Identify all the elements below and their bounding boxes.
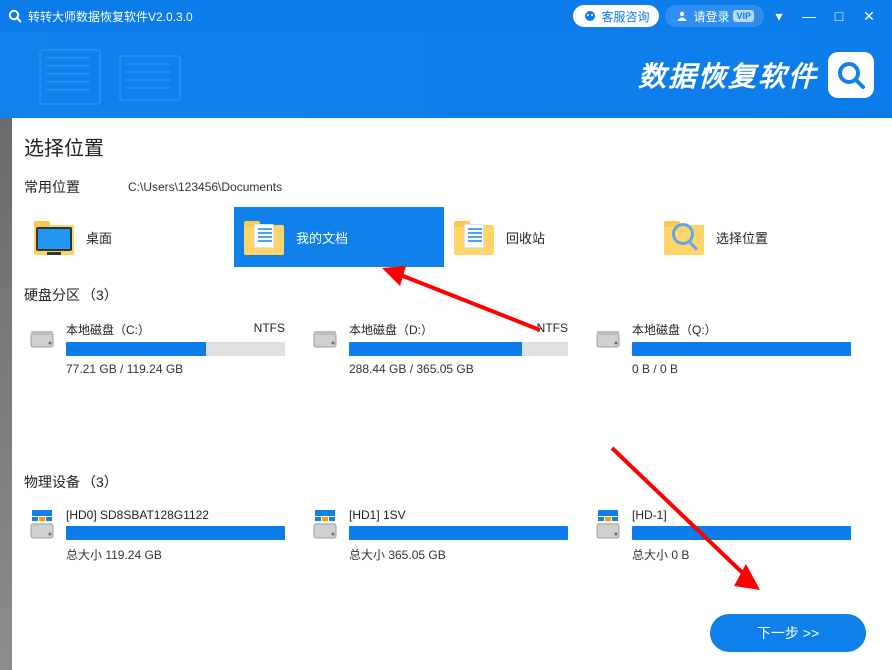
partition-item[interactable]: 本地磁盘（Q:） 0 B / 0 B xyxy=(590,315,855,382)
customer-service-button[interactable]: 客服咨询 xyxy=(573,5,659,27)
banner: 数据恢复软件 xyxy=(0,32,892,118)
partitions-grid: 本地磁盘（C:） NTFS 77.21 GB / 119.24 GB 本地磁盘（D:）… xyxy=(24,315,868,382)
physical-drive-icon xyxy=(594,510,622,547)
minimize-button[interactable]: — xyxy=(794,0,824,32)
vip-badge: VIP xyxy=(733,10,754,22)
partition-item[interactable]: 本地磁盘（C:） NTFS 77.21 GB / 119.24 GB xyxy=(24,315,289,382)
banner-title: 数据恢复软件 xyxy=(638,55,818,95)
partitions-count: （3） xyxy=(82,285,118,305)
partition-usage-bar xyxy=(349,342,568,356)
recycle-icon xyxy=(454,219,496,255)
physical-size-label: 总大小 119.24 GB xyxy=(66,546,285,563)
location-choose-label: 选择位置 xyxy=(716,228,768,247)
location-desktop-label: 桌面 xyxy=(86,228,112,247)
choose-location-icon xyxy=(664,219,706,255)
app-logo-icon xyxy=(8,9,22,23)
login-button[interactable]: 请登录 VIP xyxy=(665,5,764,27)
physical-device-name: [HD0] SD8SBAT128G1122 xyxy=(66,508,285,522)
partitions-label: 硬盘分区 xyxy=(24,285,80,305)
partition-usage-label: 77.21 GB / 119.24 GB xyxy=(66,362,285,376)
partition-item[interactable]: 本地磁盘（D:） NTFS 288.44 GB / 365.05 GB xyxy=(307,315,572,382)
physical-device-name: [HD1] 1SV xyxy=(349,508,568,522)
maximize-button[interactable]: □ xyxy=(824,0,854,32)
next-button[interactable]: 下一步 >> xyxy=(710,614,866,652)
physical-usage-bar xyxy=(632,526,851,540)
banner-logo-icon xyxy=(828,52,874,98)
partition-fs: NTFS xyxy=(254,321,285,338)
location-recycle[interactable]: 回收站 xyxy=(444,207,654,267)
partition-usage-bar xyxy=(632,342,851,356)
common-locations-label: 常用位置 xyxy=(24,177,80,197)
physical-drive-icon xyxy=(28,510,56,547)
partition-name: 本地磁盘（C:） xyxy=(66,321,150,338)
physical-drive-icon xyxy=(311,510,339,547)
current-path: C:\Users\123456\Documents xyxy=(128,180,282,194)
physical-count: （3） xyxy=(82,472,118,492)
physical-size-label: 总大小 365.05 GB xyxy=(349,546,568,563)
location-recycle-label: 回收站 xyxy=(506,228,545,247)
common-locations-row: 桌面 我的文档 回收站 选择 xyxy=(24,207,868,267)
customer-service-label: 客服咨询 xyxy=(601,8,649,25)
partition-usage-bar xyxy=(66,342,285,356)
login-label: 请登录 xyxy=(693,8,729,25)
drive-icon xyxy=(594,325,622,353)
titlebar: 转转大师数据恢复软件V2.0.3.0 客服咨询 请登录 VIP ▾ — □ ✕ xyxy=(0,0,892,32)
physical-usage-bar xyxy=(349,526,568,540)
physical-usage-bar xyxy=(66,526,285,540)
partition-usage-label: 288.44 GB / 365.05 GB xyxy=(349,362,568,376)
physical-device-name: [HD-1] xyxy=(632,508,851,522)
banner-decoration-icon xyxy=(30,42,230,112)
window-left-edge xyxy=(0,118,12,670)
desktop-icon xyxy=(34,219,76,255)
documents-icon xyxy=(244,219,286,255)
physical-grid: [HD0] SD8SBAT128G1122 总大小 119.24 GB [HD1] … xyxy=(24,502,868,569)
page-title: 选择位置 xyxy=(24,132,868,161)
partition-name: 本地磁盘（D:） xyxy=(349,321,433,338)
next-button-label: 下一步 >> xyxy=(757,623,819,643)
partition-fs: NTFS xyxy=(537,321,568,338)
physical-label: 物理设备 xyxy=(24,472,80,492)
partition-usage-label: 0 B / 0 B xyxy=(632,362,851,376)
menu-dropdown-icon[interactable]: ▾ xyxy=(764,0,794,32)
physical-device-item[interactable]: [HD0] SD8SBAT128G1122 总大小 119.24 GB xyxy=(24,502,289,569)
location-desktop[interactable]: 桌面 xyxy=(24,207,234,267)
location-documents-label: 我的文档 xyxy=(296,228,348,247)
physical-device-item[interactable]: [HD-1] 总大小 0 B xyxy=(590,502,855,569)
physical-size-label: 总大小 0 B xyxy=(632,546,851,563)
location-documents[interactable]: 我的文档 xyxy=(234,207,444,267)
location-choose[interactable]: 选择位置 xyxy=(654,207,864,267)
drive-icon xyxy=(311,325,339,353)
physical-device-item[interactable]: [HD1] 1SV 总大小 365.05 GB xyxy=(307,502,572,569)
partition-name: 本地磁盘（Q:） xyxy=(632,321,717,338)
close-button[interactable]: ✕ xyxy=(854,0,884,32)
app-title: 转转大师数据恢复软件V2.0.3.0 xyxy=(28,8,193,25)
drive-icon xyxy=(28,325,56,353)
